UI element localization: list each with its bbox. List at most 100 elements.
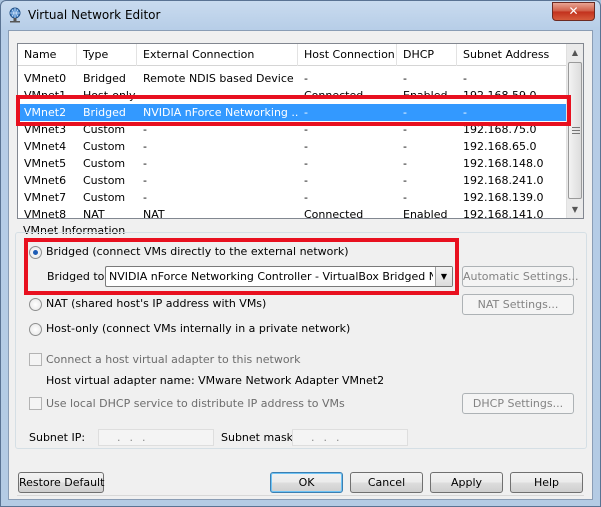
cell-name: VMnet4 (24, 140, 67, 153)
table-row[interactable]: VMnet5 Custom - - - 192.168.148.0 (18, 155, 568, 172)
apply-button[interactable]: Apply (430, 472, 503, 493)
cell-external-connection: NVIDIA nForce Networking ... (143, 106, 298, 119)
cell-type: Custom (83, 191, 126, 204)
nat-radio[interactable] (29, 298, 42, 311)
table-row[interactable]: VMnet1 Host-only - Connected Enabled 192.168.… (18, 87, 568, 104)
table-row[interactable]: VMnet6 Custom - - - 192.168.241.0 (18, 172, 568, 189)
cell-dhcp: - (403, 191, 407, 204)
cell-external-connection: - (143, 89, 147, 102)
cell-type: Custom (83, 123, 126, 136)
automatic-settings-button[interactable]: Automatic Settings... (462, 266, 579, 287)
table-row[interactable]: VMnet0 Bridged Remote NDIS based Device ..… (18, 70, 568, 87)
cell-subnet-address: 192.168.139.0 (463, 191, 544, 204)
cell-name: VMnet2 (24, 106, 67, 119)
column-header-type[interactable]: Type (77, 44, 137, 66)
cell-host-connection: Connected (304, 208, 364, 219)
cell-host-connection: - (304, 72, 308, 85)
cell-name: VMnet5 (24, 157, 67, 170)
column-header-host-connection[interactable]: Host Connection (298, 44, 397, 66)
ok-button[interactable]: OK (270, 472, 343, 493)
network-globe-icon (9, 7, 21, 23)
connect-host-adapter-label[interactable]: Connect a host virtual adapter to this n… (46, 353, 300, 366)
cell-dhcp: Enabled (403, 89, 448, 102)
cell-subnet-address: 192.168.65.0 (463, 140, 537, 153)
cell-host-connection: - (304, 174, 308, 187)
footer-divider (17, 495, 584, 496)
cell-type: Bridged (83, 72, 126, 85)
nat-settings-button[interactable]: NAT Settings... (462, 294, 574, 315)
bridged-radio-label[interactable]: Bridged (connect VMs directly to the ext… (46, 245, 349, 258)
table-row[interactable]: VMnet7 Custom - - - 192.168.139.0 (18, 189, 568, 206)
table-row[interactable]: VMnet8 NAT NAT Connected Enabled 192.168.141.… (18, 206, 568, 219)
cell-dhcp: - (403, 106, 407, 119)
vmnet-information-group (15, 232, 587, 449)
column-header-name[interactable]: Name (18, 44, 77, 66)
cell-host-connection: Connected (304, 89, 364, 102)
host-only-radio[interactable] (29, 323, 42, 336)
bridged-to-dropdown[interactable]: NVIDIA nForce Networking Controller - Vi… (105, 266, 453, 287)
scrollbar-thumb[interactable] (568, 62, 582, 199)
bridged-to-selected-value: NVIDIA nForce Networking Controller - Vi… (109, 270, 433, 283)
cell-subnet-address: 192.168.141.0 (463, 208, 544, 219)
cell-subnet-address: 192.168.241.0 (463, 174, 544, 187)
scroll-up-icon[interactable]: ▲ (567, 44, 583, 61)
column-header-external-connection[interactable]: External Connection (137, 44, 298, 66)
cell-host-connection: - (304, 191, 308, 204)
cell-subnet-address: 192.168.148.0 (463, 157, 544, 170)
table-row[interactable]: VMnet4 Custom - - - 192.168.65.0 (18, 138, 568, 155)
cell-subnet-address: - (463, 106, 467, 119)
nat-radio-label[interactable]: NAT (shared host's IP address with VMs) (46, 297, 266, 310)
dhcp-settings-button[interactable]: DHCP Settings... (462, 393, 574, 414)
cell-external-connection: - (143, 157, 147, 170)
cell-name: VMnet1 (24, 89, 67, 102)
window-title: Virtual Network Editor (28, 8, 161, 22)
title-bar[interactable]: Virtual Network Editor ✕ (1, 1, 600, 31)
subnet-mask-field[interactable]: ... (292, 429, 408, 446)
cell-name: VMnet8 (24, 208, 67, 219)
cell-external-connection: - (143, 123, 147, 136)
cell-external-connection: - (143, 174, 147, 187)
bridged-radio[interactable] (29, 246, 42, 259)
bridged-to-label: Bridged to: (47, 270, 109, 283)
cell-host-connection: - (304, 123, 308, 136)
cell-dhcp: - (403, 140, 407, 153)
restore-default-button[interactable]: Restore Default (18, 472, 104, 493)
cell-dhcp: - (403, 72, 407, 85)
connect-host-adapter-checkbox[interactable] (29, 353, 42, 366)
subnet-ip-label: Subnet IP: (29, 431, 86, 444)
cell-subnet-address: - (463, 72, 467, 85)
host-only-radio-label[interactable]: Host-only (connect VMs internally in a p… (46, 322, 350, 335)
dialog-body: Name Type External Connection Host Conne… (8, 30, 593, 500)
list-vertical-scrollbar[interactable]: ▲ ▼ (566, 44, 583, 218)
cell-external-connection: - (143, 191, 147, 204)
cell-host-connection: - (304, 140, 308, 153)
local-dhcp-label[interactable]: Use local DHCP service to distribute IP … (46, 397, 345, 410)
cell-type: NAT (83, 208, 105, 219)
column-header-dhcp[interactable]: DHCP (397, 44, 457, 66)
cell-dhcp: - (403, 123, 407, 136)
table-row[interactable]: VMnet3 Custom - - - 192.168.75.0 (18, 121, 568, 138)
cell-type: Bridged (83, 106, 126, 119)
cell-external-connection: Remote NDIS based Device ... (143, 72, 298, 85)
cell-name: VMnet6 (24, 174, 67, 187)
cell-dhcp: - (403, 174, 407, 187)
subnet-mask-label: Subnet mask: (221, 431, 297, 444)
close-icon: ✕ (568, 4, 579, 18)
cell-subnet-address: 192.168.59.0 (463, 89, 537, 102)
scroll-down-icon[interactable]: ▼ (567, 201, 583, 218)
close-button[interactable]: ✕ (552, 2, 595, 21)
column-header-subnet-address[interactable]: Subnet Address (457, 44, 568, 66)
cell-subnet-address: 192.168.75.0 (463, 123, 537, 136)
help-button[interactable]: Help (510, 472, 583, 493)
chevron-down-icon[interactable]: ▼ (435, 267, 452, 286)
cell-type: Custom (83, 174, 126, 187)
table-row[interactable]: VMnet2 Bridged NVIDIA nForce Networking ..… (18, 104, 568, 121)
virtual-network-editor-window: Virtual Network Editor ✕ Name Type Exter… (0, 0, 601, 507)
local-dhcp-checkbox[interactable] (29, 397, 42, 410)
cell-type: Custom (83, 157, 126, 170)
cell-name: VMnet7 (24, 191, 67, 204)
cell-host-connection: - (304, 106, 308, 119)
vmnet-list[interactable]: Name Type External Connection Host Conne… (17, 43, 584, 219)
cancel-button[interactable]: Cancel (350, 472, 423, 493)
subnet-ip-field[interactable]: ... (98, 429, 214, 446)
